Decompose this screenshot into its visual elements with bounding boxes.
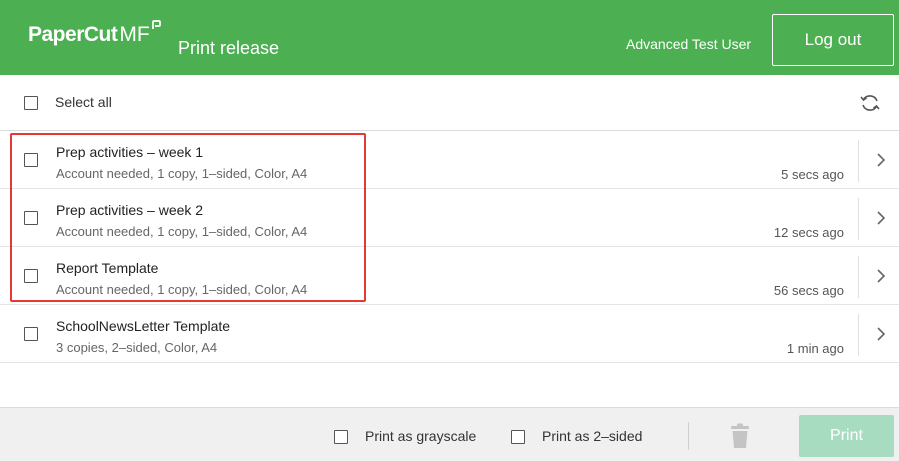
job-time: 12 secs ago: [773, 225, 844, 240]
chevron-right-icon[interactable]: [875, 268, 887, 284]
job-details: Account needed, 1 copy, 1–sided, Color, …: [56, 224, 308, 239]
job-time: 1 min ago: [786, 341, 844, 356]
job-checkbox[interactable]: [24, 327, 38, 341]
job-time: 56 secs ago: [773, 283, 844, 298]
job-name: Prep activities – week 2: [56, 202, 204, 218]
select-all-label[interactable]: Select all: [55, 94, 112, 110]
job-time: 5 secs ago: [781, 167, 844, 182]
logo-text: PaperCut: [28, 23, 118, 46]
logo-mark-icon: [151, 20, 161, 29]
job-details: Account needed, 1 copy, 1–sided, Color, …: [56, 166, 308, 181]
job-checkbox[interactable]: [24, 211, 38, 225]
job-row[interactable]: Prep activities – week 2 Account needed,…: [0, 190, 899, 247]
job-checkbox[interactable]: [24, 153, 38, 167]
app-header: PaperCut MF Print release Advanced Test …: [0, 0, 899, 75]
job-row[interactable]: SchoolNewsLetter Template 3 copies, 2–si…: [0, 306, 899, 363]
row-divider: [858, 140, 859, 182]
job-name: SchoolNewsLetter Template: [56, 318, 231, 334]
action-footer: Print as grayscale Print as 2–sided Prin…: [0, 407, 899, 461]
refresh-icon[interactable]: [858, 91, 882, 115]
job-name: Prep activities – week 1: [56, 144, 204, 160]
row-divider: [858, 256, 859, 298]
two-sided-label[interactable]: Print as 2–sided: [542, 428, 642, 444]
job-checkbox[interactable]: [24, 269, 38, 283]
footer-divider: [688, 422, 689, 450]
select-all-checkbox[interactable]: [24, 96, 38, 110]
job-details: Account needed, 1 copy, 1–sided, Color, …: [56, 282, 308, 297]
row-divider: [858, 198, 859, 240]
logout-button[interactable]: Log out: [772, 14, 894, 66]
grayscale-label[interactable]: Print as grayscale: [365, 428, 476, 444]
job-details: 3 copies, 2–sided, Color, A4: [56, 340, 218, 355]
job-row[interactable]: Prep activities – week 1 Account needed,…: [0, 132, 899, 189]
select-all-bar: Select all: [0, 75, 899, 131]
chevron-right-icon[interactable]: [875, 152, 887, 168]
papercut-logo: PaperCut MF: [28, 20, 161, 48]
row-divider: [858, 314, 859, 356]
job-name: Report Template: [56, 260, 159, 276]
print-button[interactable]: Print: [799, 415, 894, 457]
page-title: Print release: [178, 38, 280, 58]
trash-icon[interactable]: [728, 423, 752, 449]
chevron-right-icon[interactable]: [875, 210, 887, 226]
logo-suffix: MF: [119, 23, 150, 46]
grayscale-checkbox[interactable]: [334, 430, 348, 444]
job-row[interactable]: Report Template Account needed, 1 copy, …: [0, 248, 899, 305]
chevron-right-icon[interactable]: [875, 326, 887, 342]
user-name: Advanced Test User: [626, 36, 752, 52]
two-sided-checkbox[interactable]: [511, 430, 525, 444]
